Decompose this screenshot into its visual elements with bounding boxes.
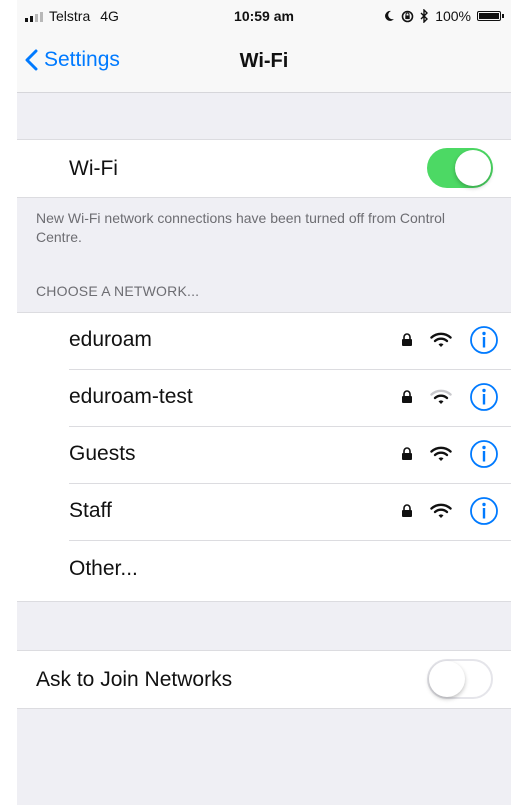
other-network-label: Other... bbox=[69, 557, 138, 580]
networks-section-header: CHOOSE A NETWORK... bbox=[36, 283, 200, 299]
ask-to-join-row: Ask to Join Networks bbox=[17, 650, 511, 709]
page-title: Wi-Fi bbox=[239, 50, 289, 72]
ask-to-join-switch[interactable] bbox=[427, 659, 493, 699]
info-icon[interactable] bbox=[469, 325, 499, 355]
network-name: eduroam bbox=[69, 328, 152, 351]
status-right: 100% bbox=[384, 8, 504, 24]
info-icon[interactable] bbox=[469, 496, 499, 526]
wifi-toggle-row: Wi-Fi bbox=[17, 139, 511, 198]
network-row-eduroam-test[interactable]: eduroam-test bbox=[17, 370, 511, 427]
rotation-lock-icon bbox=[401, 10, 414, 22]
network-row-staff[interactable]: Staff bbox=[17, 484, 511, 541]
moon-icon bbox=[385, 10, 395, 21]
switch-knob bbox=[429, 661, 465, 697]
lock-icon bbox=[402, 447, 412, 460]
wifi-signal-icon bbox=[430, 389, 452, 404]
network-list: eduroam eduroam-test Guests Staff Other.… bbox=[17, 312, 511, 602]
network-name: Staff bbox=[69, 499, 112, 522]
bluetooth-icon bbox=[420, 9, 429, 23]
battery-icon bbox=[477, 11, 504, 21]
top-bar: Telstra 4G 10:59 am 100% Settings Wi-Fi bbox=[17, 0, 511, 93]
network-name: eduroam-test bbox=[69, 385, 193, 408]
network-row-guests[interactable]: Guests bbox=[17, 427, 511, 484]
wifi-label: Wi-Fi bbox=[69, 156, 118, 180]
lock-icon bbox=[402, 390, 412, 403]
wifi-signal-icon bbox=[430, 446, 452, 461]
switch-knob bbox=[455, 150, 491, 186]
ask-to-join-label: Ask to Join Networks bbox=[36, 667, 233, 691]
network-row-eduroam[interactable]: eduroam bbox=[17, 313, 511, 370]
battery-percent: 100% bbox=[435, 8, 471, 24]
info-icon[interactable] bbox=[469, 382, 499, 412]
settings-screen: Telstra 4G 10:59 am 100% Settings Wi-Fi … bbox=[17, 0, 511, 805]
info-icon[interactable] bbox=[469, 439, 499, 469]
lock-icon bbox=[402, 333, 412, 346]
row-separator bbox=[69, 540, 511, 541]
wifi-switch[interactable] bbox=[427, 148, 493, 188]
wifi-signal-icon bbox=[430, 332, 452, 347]
network-row-other[interactable]: Other... bbox=[17, 542, 511, 599]
wifi-signal-icon bbox=[430, 503, 452, 518]
network-name: Guests bbox=[69, 442, 136, 465]
lock-icon bbox=[402, 504, 412, 517]
wifi-footnote: New Wi-Fi network connections have been … bbox=[36, 210, 446, 245]
